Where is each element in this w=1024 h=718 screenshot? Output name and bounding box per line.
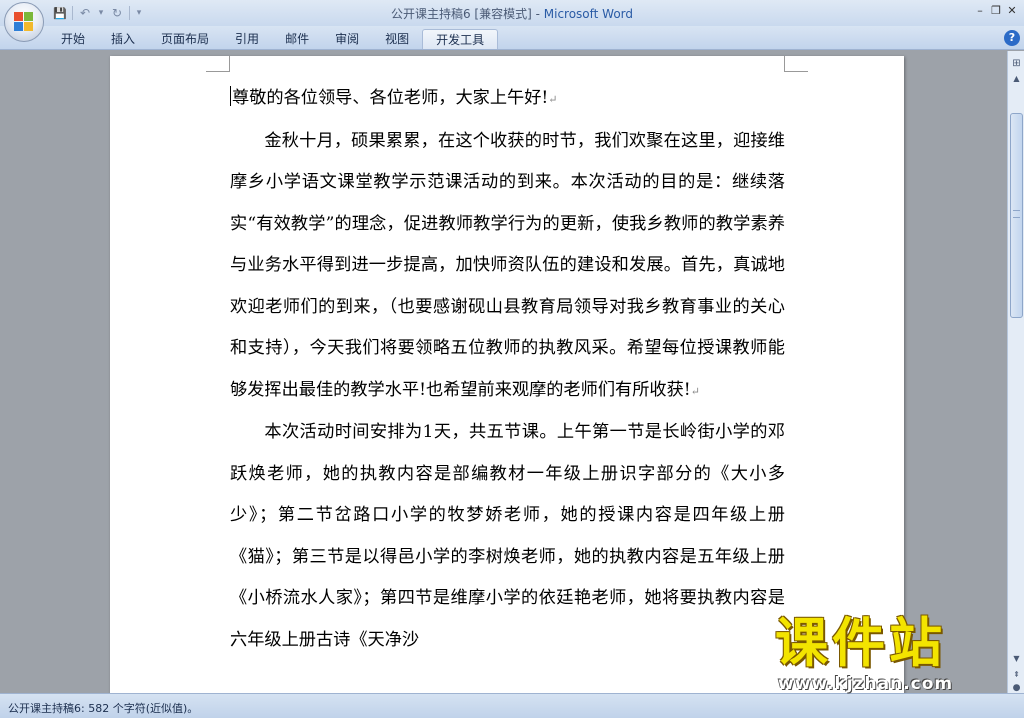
minimize-icon[interactable]: – bbox=[972, 2, 988, 18]
vertical-scrollbar[interactable]: ⊞ ▲ ▼ ⇞ ● bbox=[1007, 51, 1024, 693]
watermark-url: www.kjzhan.com bbox=[778, 674, 954, 694]
restore-icon[interactable]: ❐ bbox=[988, 2, 1004, 18]
paragraph-intro: 金秋十月，硕果累累，在这个收获的时节，我们欢聚在这里，迎接维摩乡小学语文课堂教学… bbox=[230, 121, 785, 413]
ribbon-tab[interactable]: 插入 bbox=[98, 29, 148, 49]
title-bar: 💾 ↶ ▾ ↻ ▾ 公开课主持稿6 [兼容模式] - Microsoft Wor… bbox=[0, 0, 1024, 42]
view-ruler-icon[interactable]: ⊞ bbox=[1009, 56, 1024, 71]
paragraph-text: 尊敬的各位领导、各位老师，大家上午好! bbox=[232, 88, 549, 108]
title-separator: - bbox=[531, 7, 544, 21]
scroll-down-icon[interactable]: ▼ bbox=[1009, 651, 1024, 666]
ribbon-tab[interactable]: 页面布局 bbox=[148, 29, 222, 49]
ribbon-tab[interactable]: 邮件 bbox=[272, 29, 322, 49]
ribbon-tab[interactable]: 审阅 bbox=[322, 29, 372, 49]
watermark-brand: 课件站 bbox=[775, 613, 946, 674]
office-logo-icon bbox=[14, 12, 34, 32]
document-body[interactable]: 尊敬的各位领导、各位老师，大家上午好!↵ 金秋十月，硕果累累，在这个收获的时节，… bbox=[230, 78, 785, 661]
window-title: 公开课主持稿6 [兼容模式] - Microsoft Word bbox=[0, 5, 1024, 22]
ribbon-tab-bar: 开始 插入 页面布局 引用 邮件 审阅 视图 开发工具 ? bbox=[0, 26, 1024, 50]
window-controls: – ❐ ✕ bbox=[972, 2, 1020, 18]
document-page[interactable]: 尊敬的各位领导、各位老师，大家上午好!↵ 金秋十月，硕果累累，在这个收获的时节，… bbox=[110, 56, 904, 693]
close-icon[interactable]: ✕ bbox=[1004, 2, 1020, 18]
crop-mark-top-left bbox=[206, 56, 230, 72]
text-cursor bbox=[230, 86, 231, 106]
paragraph-schedule: 本次活动时间安排为1天，共五节课。上午第一节是长岭街小学的邓跃焕老师，她的执教内… bbox=[230, 412, 785, 661]
paragraph-mark: ↵ bbox=[548, 93, 558, 106]
watermark-logo: 课件站 www.kjzhan.com bbox=[775, 613, 1011, 695]
scroll-grip bbox=[1013, 210, 1020, 218]
scroll-up-icon[interactable]: ▲ bbox=[1009, 71, 1024, 86]
paragraph-text: 本次活动时间安排为1天，共五节课。上午第一节是长岭街小学的邓跃焕老师，她的执教内… bbox=[230, 422, 785, 650]
word-count-status[interactable]: 公开课主持稿6: 582 个字符(近似值)。 bbox=[8, 700, 198, 716]
paragraph-text: 金秋十月，硕果累累，在这个收获的时节，我们欢聚在这里，迎接维摩乡小学语文课堂教学… bbox=[230, 130, 785, 400]
scroll-thumb[interactable] bbox=[1010, 113, 1023, 318]
document-workspace: 尊敬的各位领导、各位老师，大家上午好!↵ 金秋十月，硕果累累，在这个收获的时节，… bbox=[0, 51, 1007, 693]
ribbon-tab[interactable]: 开发工具 bbox=[422, 29, 499, 49]
help-icon[interactable]: ? bbox=[1004, 30, 1020, 46]
app-name: Microsoft Word bbox=[543, 7, 634, 21]
crop-mark-top-right bbox=[784, 56, 808, 72]
status-bar: 公开课主持稿6: 582 个字符(近似值)。 bbox=[0, 693, 1024, 718]
document-title: 公开课主持稿6 [兼容模式] bbox=[390, 7, 532, 21]
office-button[interactable] bbox=[4, 2, 44, 42]
ribbon-tab[interactable]: 引用 bbox=[222, 29, 272, 49]
ribbon-tab[interactable]: 开始 bbox=[48, 29, 98, 49]
paragraph-greeting: 尊敬的各位领导、各位老师，大家上午好!↵ bbox=[230, 78, 785, 121]
ribbon-tabs: 开始 插入 页面布局 引用 邮件 审阅 视图 开发工具 bbox=[48, 29, 499, 49]
paragraph-mark: ↵ bbox=[690, 384, 700, 398]
ribbon-tab[interactable]: 视图 bbox=[372, 29, 422, 49]
